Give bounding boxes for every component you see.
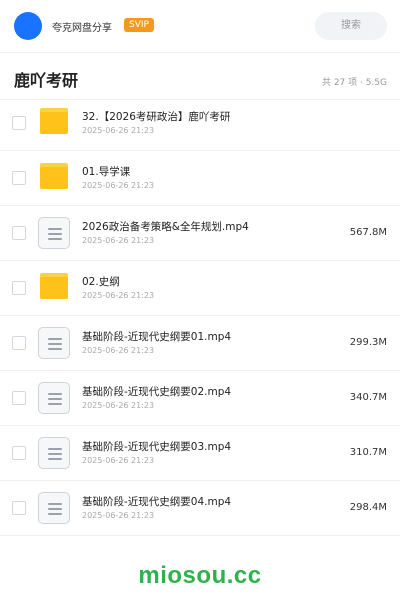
item-date: 2025-06-26 21:23: [82, 181, 155, 190]
folder-icon: [38, 162, 70, 194]
folder-summary: 共 27 项 · 5.5G: [321, 78, 387, 88]
select-checkbox[interactable]: [12, 336, 26, 350]
select-checkbox[interactable]: [12, 501, 26, 515]
select-checkbox[interactable]: [12, 171, 26, 185]
item-date: 2025-06-26 21:23: [82, 346, 155, 355]
item-date: 2025-06-26 21:23: [82, 456, 155, 465]
item-name: 基础阶段-近现代史纲要01.mp4: [82, 331, 232, 343]
folder-icon: [38, 107, 70, 139]
folder-header: 鹿吖考研 共 27 项 · 5.5G: [0, 53, 400, 100]
list-item[interactable]: 基础阶段-近现代史纲要01.mp4 2025-06-26 21:23 299.3…: [0, 316, 400, 371]
item-name: 32.【2026考研政治】鹿吖考研: [82, 111, 231, 123]
item-date: 2025-06-26 21:23: [82, 511, 155, 520]
select-checkbox[interactable]: [12, 116, 26, 130]
list-item[interactable]: 02.史纲 2025-06-26 21:23: [0, 261, 400, 316]
item-name: 基础阶段-近现代史纲要04.mp4: [82, 496, 232, 508]
video-file-icon: [38, 217, 70, 249]
item-size: 298.4M: [349, 502, 387, 513]
item-size: 299.3M: [349, 337, 387, 348]
select-checkbox[interactable]: [12, 391, 26, 405]
search-button[interactable]: 搜索: [315, 12, 387, 40]
item-name: 基础阶段-近现代史纲要03.mp4: [82, 441, 232, 453]
list-item[interactable]: 32.【2026考研政治】鹿吖考研 2025-06-26 21:23: [0, 96, 400, 151]
file-list: 32.【2026考研政治】鹿吖考研 2025-06-26 21:23 01.导学…: [0, 96, 400, 536]
list-item[interactable]: 基础阶段-近现代史纲要03.mp4 2025-06-26 21:23 310.7…: [0, 426, 400, 481]
list-item[interactable]: 01.导学课 2025-06-26 21:23: [0, 151, 400, 206]
select-checkbox[interactable]: [12, 281, 26, 295]
item-date: 2025-06-26 21:23: [82, 236, 155, 245]
page-title: 鹿吖考研: [14, 71, 79, 90]
item-date: 2025-06-26 21:23: [82, 291, 155, 300]
select-checkbox[interactable]: [12, 226, 26, 240]
item-date: 2025-06-26 21:23: [82, 126, 155, 135]
video-file-icon: [38, 437, 70, 469]
item-size: 340.7M: [349, 392, 387, 403]
item-name: 基础阶段-近现代史纲要02.mp4: [82, 386, 232, 398]
item-name: 2026政治备考策略&全年规划.mp4: [82, 221, 249, 233]
item-name: 02.史纲: [82, 276, 120, 288]
top-bar: 夸克网盘分享 SVIP 搜索: [0, 0, 400, 53]
item-size: 310.7M: [349, 447, 387, 458]
folder-icon: [38, 272, 70, 304]
list-item[interactable]: 2026政治备考策略&全年规划.mp4 2025-06-26 21:23 567…: [0, 206, 400, 261]
item-name: 01.导学课: [82, 166, 131, 178]
watermark: miosou.cc: [138, 562, 262, 589]
select-checkbox[interactable]: [12, 446, 26, 460]
brand-name: 夸克网盘分享: [52, 23, 112, 34]
item-date: 2025-06-26 21:23: [82, 401, 155, 410]
item-size: 567.8M: [349, 227, 387, 238]
video-file-icon: [38, 492, 70, 524]
video-file-icon: [38, 382, 70, 414]
svip-badge[interactable]: SVIP: [124, 18, 154, 32]
list-item[interactable]: 基础阶段-近现代史纲要02.mp4 2025-06-26 21:23 340.7…: [0, 371, 400, 426]
avatar[interactable]: [14, 12, 42, 40]
video-file-icon: [38, 327, 70, 359]
list-item[interactable]: 基础阶段-近现代史纲要04.mp4 2025-06-26 21:23 298.4…: [0, 481, 400, 536]
